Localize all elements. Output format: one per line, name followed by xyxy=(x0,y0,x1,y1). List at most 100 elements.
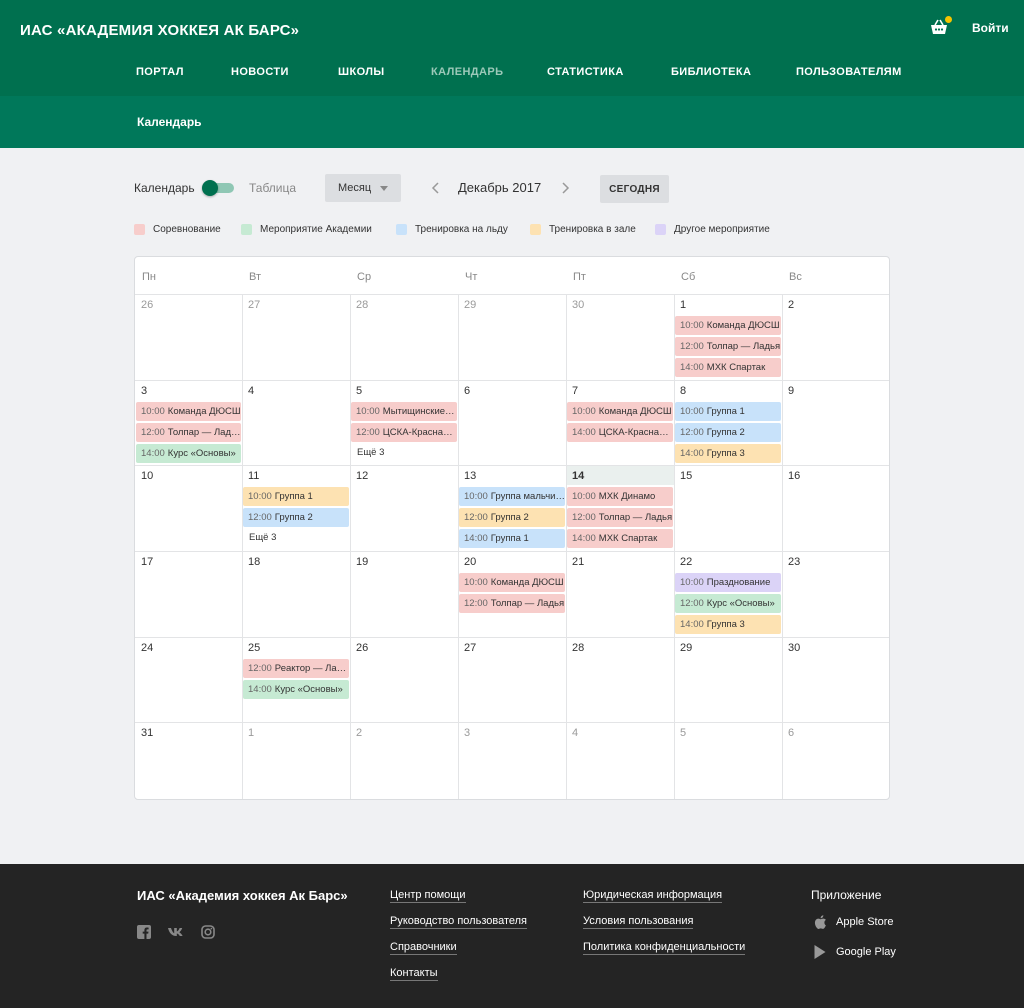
calendar-event[interactable]: 14:00 МХК Спартак xyxy=(567,529,673,548)
next-month-chevron-icon[interactable] xyxy=(557,178,573,198)
day-number[interactable]: 13 xyxy=(464,470,476,482)
day-number[interactable]: 22 xyxy=(680,556,692,568)
footer-link-references[interactable]: Справочники xyxy=(390,941,457,955)
day-number[interactable]: 1 xyxy=(680,299,686,311)
day-number[interactable]: 7 xyxy=(572,385,578,397)
day-number[interactable]: 19 xyxy=(356,556,368,568)
calendar-event[interactable]: 10:00 Группа 1 xyxy=(243,487,349,506)
calendar-event[interactable]: 14:00 Курс «Основы» xyxy=(243,680,349,699)
calendar-event[interactable]: 12:00 Группа 2 xyxy=(243,508,349,527)
vk-icon[interactable] xyxy=(167,925,186,939)
day-number[interactable]: 10 xyxy=(141,470,153,482)
more-events-link[interactable]: Ещё 3 xyxy=(249,532,276,543)
day-number[interactable]: 18 xyxy=(248,556,260,568)
calendar-event[interactable]: 12:00 Курс «Основы» xyxy=(675,594,781,613)
calendar-event[interactable]: 12:00 Толпар — Ладья xyxy=(459,594,565,613)
calendar-event[interactable]: 10:00 Группа мальчиков xyxy=(459,487,565,506)
today-button[interactable]: СЕГОДНЯ xyxy=(600,175,669,203)
nav-item-portal[interactable]: ПОРТАЛ xyxy=(136,66,184,78)
day-number[interactable]: 26 xyxy=(141,299,153,311)
calendar-event[interactable]: 10:00 Празднование xyxy=(675,573,781,592)
event-time: 14:00 xyxy=(680,362,704,373)
nav-item-calendar[interactable]: КАЛЕНДАРЬ xyxy=(431,66,503,78)
day-number[interactable]: 9 xyxy=(788,385,794,397)
day-number[interactable]: 14 xyxy=(572,470,584,482)
calendar-event[interactable]: 12:00 Группа 2 xyxy=(675,423,781,442)
calendar-event[interactable]: 10:00 Группа 1 xyxy=(675,402,781,421)
calendar-event[interactable]: 14:00 Курс «Основы» xyxy=(136,444,241,463)
footer-link-privacy[interactable]: Политика конфиденциальности xyxy=(583,941,746,955)
footer-link-legal-info[interactable]: Юридическая информация xyxy=(583,889,723,903)
nav-item-statistics[interactable]: СТАТИСТИКА xyxy=(547,66,624,78)
day-number[interactable]: 11 xyxy=(248,470,259,482)
day-number[interactable]: 31 xyxy=(141,727,153,739)
nav-item-library[interactable]: БИБЛИОТЕКА xyxy=(671,66,751,78)
calendar-event[interactable]: 14:00 Группа 1 xyxy=(459,529,565,548)
calendar-event[interactable]: 10:00 Команда ДЮСШ xyxy=(136,402,241,421)
login-button[interactable]: Войти xyxy=(972,21,1009,35)
calendar-event[interactable]: 10:00 Команда ДЮСШ xyxy=(567,402,673,421)
instagram-icon[interactable] xyxy=(201,925,215,939)
view-calendar-label[interactable]: Календарь xyxy=(134,181,195,195)
day-number[interactable]: 2 xyxy=(788,299,794,311)
day-number[interactable]: 3 xyxy=(464,727,470,739)
day-number[interactable]: 23 xyxy=(788,556,800,568)
calendar-event[interactable]: 10:00 МХК Динамо xyxy=(567,487,673,506)
day-number[interactable]: 5 xyxy=(680,727,686,739)
calendar-event[interactable]: 12:00 Толпар — Ладья xyxy=(136,423,241,442)
day-number[interactable]: 17 xyxy=(141,556,153,568)
period-select[interactable]: Месяц xyxy=(325,174,401,202)
site-brand[interactable]: ИАС «АКАДЕМИЯ ХОККЕЯ АК БАРС» xyxy=(20,22,299,39)
calendar-event[interactable]: 14:00ЦСКА-Красная Армия xyxy=(567,423,673,442)
day-number[interactable]: 29 xyxy=(464,299,476,311)
day-number[interactable]: 29 xyxy=(680,642,692,654)
facebook-icon[interactable] xyxy=(137,925,151,939)
day-number[interactable]: 12 xyxy=(356,470,368,482)
calendar-event[interactable]: 12:00 Толпар — Ладья xyxy=(567,508,673,527)
day-number[interactable]: 6 xyxy=(464,385,470,397)
footer-link-help-center[interactable]: Центр помощи xyxy=(390,889,466,903)
day-number[interactable]: 24 xyxy=(141,642,153,654)
apple-store-label: Apple Store xyxy=(836,916,894,928)
calendar-event[interactable]: 10:00 Команда ДЮСШ xyxy=(675,316,781,335)
day-number[interactable]: 5 xyxy=(356,385,362,397)
day-number[interactable]: 28 xyxy=(356,299,368,311)
day-number[interactable]: 27 xyxy=(248,299,260,311)
day-number[interactable]: 27 xyxy=(464,642,476,654)
calendar-event[interactable]: 12:00 Группа 2 xyxy=(459,508,565,527)
nav-item-users[interactable]: ПОЛЬЗОВАТЕЛЯМ xyxy=(796,66,902,78)
day-number[interactable]: 26 xyxy=(356,642,368,654)
calendar-event[interactable]: 14:00 МХК Спартак xyxy=(675,358,781,377)
calendar-event[interactable]: 12:00ЦСКА-Красная Армия xyxy=(351,423,457,442)
day-number[interactable]: 3 xyxy=(141,385,147,397)
more-events-link[interactable]: Ещё 3 xyxy=(357,447,384,458)
day-number[interactable]: 15 xyxy=(680,470,692,482)
calendar-event[interactable]: 14:00 Группа 3 xyxy=(675,615,781,634)
day-number[interactable]: 30 xyxy=(788,642,800,654)
nav-item-schools[interactable]: ШКОЛЫ xyxy=(338,66,385,78)
calendar-event[interactable]: 14:00 Группа 3 xyxy=(675,444,781,463)
day-number[interactable]: 1 xyxy=(248,727,254,739)
day-number[interactable]: 4 xyxy=(248,385,254,397)
calendar-event[interactable]: 10:00Мытищинские Атланты xyxy=(351,402,457,421)
prev-month-chevron-icon[interactable] xyxy=(428,178,444,198)
footer-link-terms[interactable]: Условия пользования xyxy=(583,915,694,929)
day-number[interactable]: 4 xyxy=(572,727,578,739)
nav-item-news[interactable]: НОВОСТИ xyxy=(231,66,289,78)
view-table-label[interactable]: Таблица xyxy=(249,181,296,195)
day-number[interactable]: 6 xyxy=(788,727,794,739)
day-number[interactable]: 16 xyxy=(788,470,800,482)
day-number[interactable]: 2 xyxy=(356,727,362,739)
calendar-event[interactable]: 10:00 Команда ДЮСШ xyxy=(459,573,565,592)
day-number[interactable]: 28 xyxy=(572,642,584,654)
day-number[interactable]: 21 xyxy=(572,556,584,568)
day-number[interactable]: 25 xyxy=(248,642,260,654)
day-number[interactable]: 30 xyxy=(572,299,584,311)
calendar-event[interactable]: 12:00 Толпар — Ладья xyxy=(675,337,781,356)
footer-link-contacts[interactable]: Контакты xyxy=(390,967,438,981)
day-number[interactable]: 20 xyxy=(464,556,476,568)
day-number[interactable]: 8 xyxy=(680,385,686,397)
footer-link-user-guide[interactable]: Руководство пользователя xyxy=(390,915,527,929)
calendar-event[interactable]: 12:00 Реактор — Ладья xyxy=(243,659,349,678)
view-toggle[interactable] xyxy=(202,180,234,196)
